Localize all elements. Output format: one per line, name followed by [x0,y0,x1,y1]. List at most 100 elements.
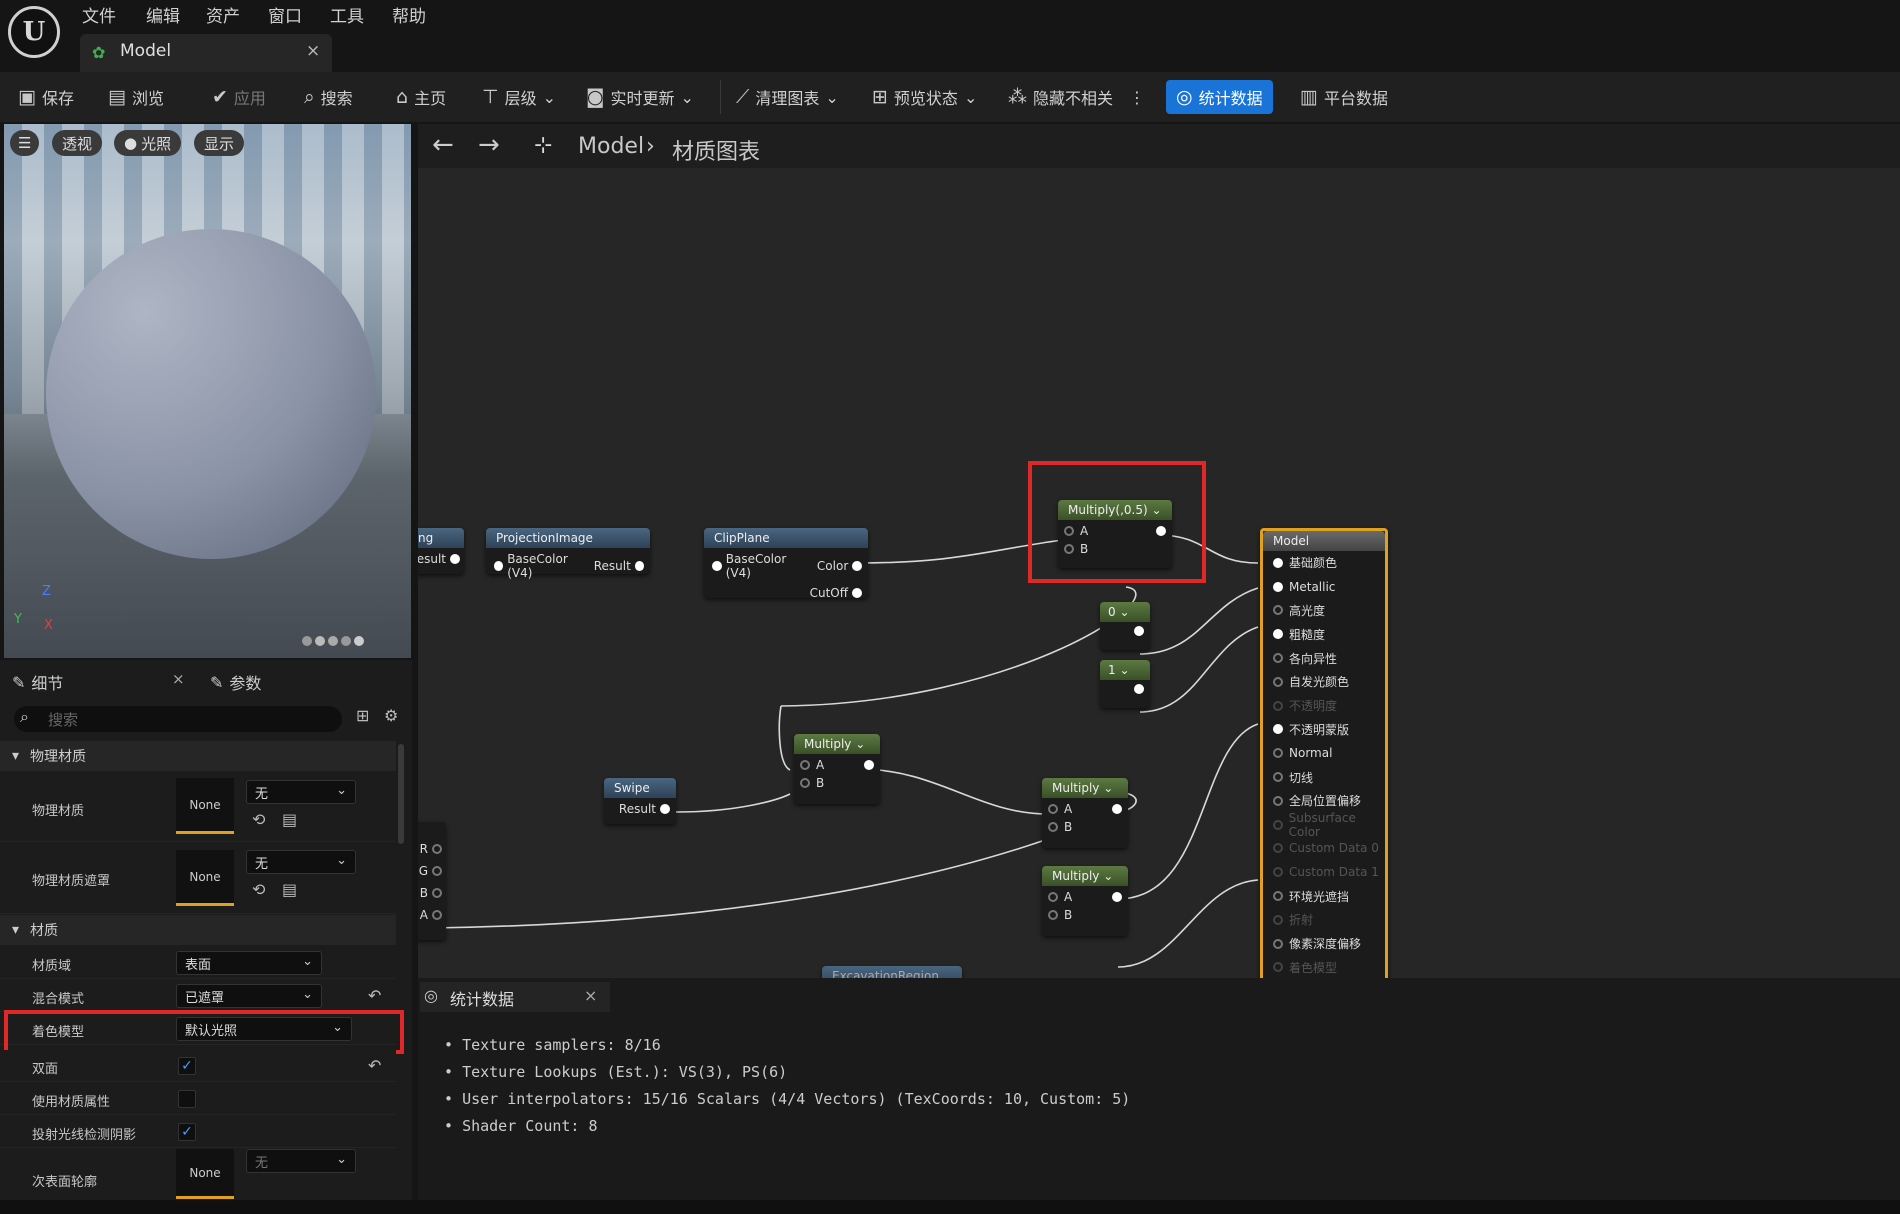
node-rgba-partial[interactable]: R G B A [418,822,446,940]
model-pin-row[interactable]: 切线 [1263,765,1385,789]
preview-shape-buttons[interactable] [302,636,364,646]
input-pin[interactable] [1048,892,1058,902]
save-button[interactable]: ▣ 保存 [18,82,74,112]
output-pin[interactable] [432,888,442,898]
input-pin[interactable] [1273,557,1283,568]
cube-icon[interactable] [341,636,351,646]
columns-icon[interactable]: ⊞ [356,706,369,725]
input-pin[interactable] [1273,772,1283,783]
details-scrollbar[interactable] [398,744,404,844]
phys-mask-thumbnail[interactable]: None [176,850,234,906]
node-constant-1[interactable]: 1 ⌄ [1100,660,1150,708]
phys-mask-dropdown[interactable]: 无 ⌄ [246,850,356,874]
output-pin[interactable] [852,561,862,571]
tab-params[interactable]: ✎ 参数 [210,670,261,694]
node-clipplane[interactable]: ClipPlane BaseColor (V4) Color CutOff [704,528,868,600]
model-pin-row[interactable]: Custom Data 1 [1263,860,1385,884]
use-selected-icon[interactable]: ⟲ [252,880,265,899]
show-button[interactable]: 显示 [194,130,245,156]
browse-asset-icon[interactable]: ▤ [282,880,297,899]
home-button[interactable]: ⌂ 主页 [396,82,446,112]
output-pin[interactable] [1112,892,1122,902]
apply-button[interactable]: ✔ 应用 [212,82,266,112]
model-pin-row[interactable]: 基础颜色 [1263,551,1385,575]
gear-icon[interactable]: ⚙ [384,706,398,725]
material-graph-editor[interactable]: ← → ⊹ Model › 材质图表 ng Result ProjectionI… [418,124,1900,978]
details-search-input[interactable]: 搜索 [14,706,342,732]
node-constant-0[interactable]: 0 ⌄ [1100,602,1150,650]
browse-asset-icon[interactable]: ▤ [282,810,297,829]
input-pin[interactable] [800,760,810,770]
tab-details[interactable]: ✎ 细节 [12,670,63,694]
input-pin[interactable] [1273,581,1283,592]
model-pin-row[interactable]: Normal [1263,741,1385,765]
input-pin[interactable] [1273,700,1283,711]
node-multiply-3[interactable]: Multiply ⌄ A B [1042,866,1128,936]
menu-asset[interactable]: 资产 [206,2,240,27]
model-pin-row[interactable]: Subsurface Color [1263,811,1385,839]
menu-edit[interactable]: 编辑 [146,2,180,27]
input-pin[interactable] [1273,653,1283,664]
model-pin-row[interactable]: Custom Data 0 [1263,837,1385,861]
input-pin[interactable] [1048,804,1058,814]
platform-stats-button[interactable]: ▥ 平台数据 [1300,82,1388,112]
subsurface-thumbnail[interactable]: None [176,1149,234,1199]
plane-icon[interactable] [328,636,338,646]
model-pin-row[interactable]: 不透明蒙版 [1263,718,1385,742]
input-pin[interactable] [712,561,722,571]
viewport-menu-button[interactable]: ☰ [10,130,40,156]
output-pin[interactable] [1112,804,1122,814]
model-pin-row[interactable]: 自发光颜色 [1263,670,1385,694]
clean-graph-button[interactable]: ⟋ 清理图表 ⌄ [736,82,839,112]
model-pin-row[interactable]: 环境光遮挡 [1263,884,1385,908]
input-pin[interactable] [1273,867,1283,878]
sphere-icon[interactable] [315,636,325,646]
preview-viewport[interactable]: ☰ 透视 ● 光照 显示 Z Y X [4,124,411,658]
output-pin[interactable] [634,561,644,571]
document-tab-model[interactable]: ✿ Model × [80,34,332,72]
lighting-button[interactable]: ● 光照 [114,130,182,156]
output-pin[interactable] [1134,626,1144,636]
input-pin[interactable] [1273,962,1283,973]
input-pin[interactable] [1048,822,1058,832]
output-pin[interactable] [432,910,442,920]
model-pin-row[interactable]: 着色模型 [1263,956,1385,978]
domain-dropdown[interactable]: 表面 ⌄ [176,951,322,975]
input-pin[interactable] [494,561,504,571]
model-pin-row[interactable]: 粗糙度 [1263,622,1385,646]
cylinder-icon[interactable] [302,636,312,646]
use-attrs-checkbox[interactable] [178,1090,196,1108]
input-pin[interactable] [1273,748,1283,759]
unreal-logo-icon[interactable]: U [8,6,60,58]
model-pin-row[interactable]: Metallic [1263,575,1385,599]
menu-window[interactable]: 窗口 [268,2,302,27]
output-pin[interactable] [660,804,670,814]
model-pin-row[interactable]: 像素深度偏移 [1263,932,1385,956]
input-pin[interactable] [800,778,810,788]
menu-help[interactable]: 帮助 [392,2,426,27]
input-pin[interactable] [1273,938,1283,949]
two-sided-checkbox[interactable]: ✓ [178,1057,196,1075]
more-options-icon[interactable]: ⋮ [1129,88,1145,107]
section-material[interactable]: ▾ 材质 [0,915,396,945]
node-multiply-1[interactable]: Multiply ⌄ A B [794,734,880,804]
input-pin[interactable] [1273,629,1283,640]
close-details-icon[interactable]: × [172,670,185,688]
input-pin[interactable] [1273,676,1283,687]
input-pin[interactable] [1273,891,1283,902]
use-selected-icon[interactable]: ⟲ [252,810,265,829]
reset-icon[interactable]: ↶ [368,1056,381,1075]
custom-mesh-icon[interactable] [354,636,364,646]
model-pin-row[interactable]: 不透明度 [1263,694,1385,718]
model-pin-row[interactable]: 各向异性 [1263,646,1385,670]
phys-material-dropdown[interactable]: 无 ⌄ [246,780,356,804]
input-pin[interactable] [1273,724,1283,735]
output-pin[interactable] [864,760,874,770]
model-pin-row[interactable]: 折射 [1263,908,1385,932]
model-pin-row[interactable]: 高光度 [1263,599,1385,623]
output-pin[interactable] [432,844,442,854]
node-multiply-2[interactable]: Multiply ⌄ A B [1042,778,1128,848]
section-physical-material[interactable]: ▾ 物理材质 [0,741,396,771]
reset-icon[interactable]: ↶ [368,986,381,1005]
input-pin[interactable] [1273,914,1283,925]
